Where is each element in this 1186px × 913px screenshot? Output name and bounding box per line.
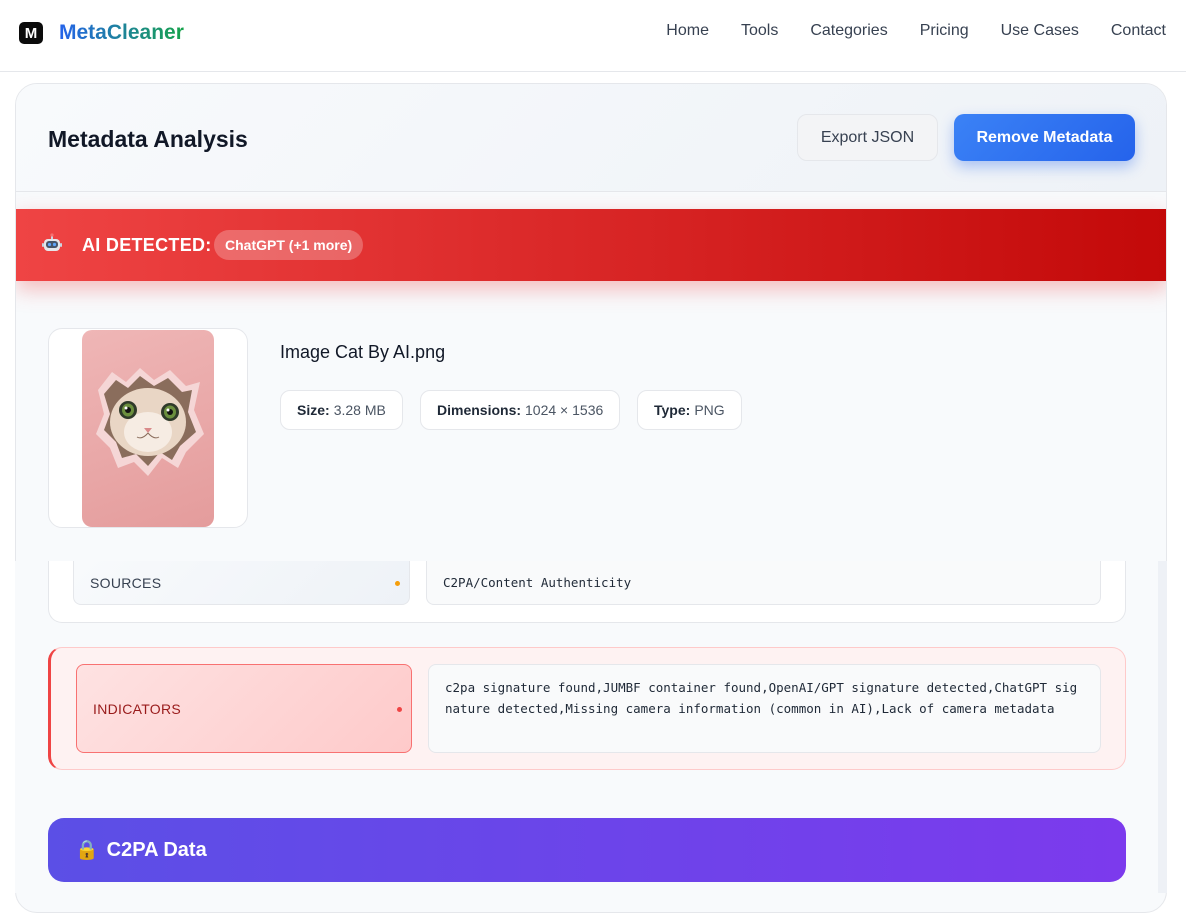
nav-link-tools[interactable]: Tools	[741, 22, 778, 40]
size-chip: Size: 3.28 MB	[280, 390, 403, 430]
dimensions-value: 1024 × 1536	[525, 402, 604, 418]
image-preview	[48, 328, 248, 528]
status-dot	[397, 706, 402, 712]
type-label: Type:	[654, 402, 691, 418]
indicators-key-label: INDICATORS	[93, 700, 182, 717]
robot-icon	[42, 233, 62, 251]
c2pa-data-title: C2PA Data	[106, 838, 207, 861]
file-name: Image Cat By AI.png	[280, 342, 446, 362]
dimensions-chip: Dimensions: 1024 × 1536	[420, 390, 621, 430]
cat-illustration	[96, 368, 204, 476]
logo-icon[interactable]: M	[19, 22, 43, 44]
dimensions-label: Dimensions:	[437, 402, 522, 418]
sources-key-label: SOURCES	[90, 574, 162, 591]
ai-detected-banner: AI DETECTED: ChatGPT (+1 more)	[16, 209, 1166, 281]
page-title: Metadata Analysis	[48, 126, 248, 152]
indicators-key: INDICATORS	[76, 664, 412, 753]
scrollbar[interactable]	[1158, 561, 1167, 893]
indicators-value: c2pa signature found,JUMBF container fou…	[428, 664, 1101, 753]
type-chip: Type: PNG	[637, 390, 742, 430]
nav-link-home[interactable]: Home	[666, 22, 709, 40]
brand-name[interactable]: MetaCleaner	[59, 21, 184, 45]
type-value: PNG	[694, 402, 725, 418]
nav-link-categories[interactable]: Categories	[810, 22, 887, 40]
nav-link-use-cases[interactable]: Use Cases	[1001, 22, 1079, 40]
c2pa-data-header[interactable]: 🔒 C2PA Data	[48, 818, 1126, 882]
remove-metadata-button[interactable]: Remove Metadata	[954, 114, 1135, 161]
size-label: Size:	[297, 402, 330, 418]
cat-image-thumbnail	[82, 330, 214, 527]
top-nav: M MetaCleaner Home Tools Categories Pric…	[0, 0, 1186, 72]
nav-link-pricing[interactable]: Pricing	[920, 22, 969, 40]
card-header: Metadata Analysis Export JSON Remove Met…	[16, 84, 1166, 192]
nav-link-contact[interactable]: Contact	[1111, 22, 1166, 40]
lock-icon: 🔒	[75, 840, 99, 861]
export-json-button[interactable]: Export JSON	[797, 114, 938, 161]
size-value: 3.28 MB	[333, 402, 386, 418]
ai-detected-pill[interactable]: ChatGPT (+1 more)	[214, 230, 364, 260]
nav-links: Home Tools Categories Pricing Use Cases …	[666, 22, 1166, 40]
sources-key: SOURCES	[73, 561, 410, 605]
status-dot	[395, 580, 400, 586]
sources-value: C2PA/Content Authenticity	[426, 561, 1101, 605]
ai-detected-label: AI DETECTED:	[82, 235, 212, 255]
